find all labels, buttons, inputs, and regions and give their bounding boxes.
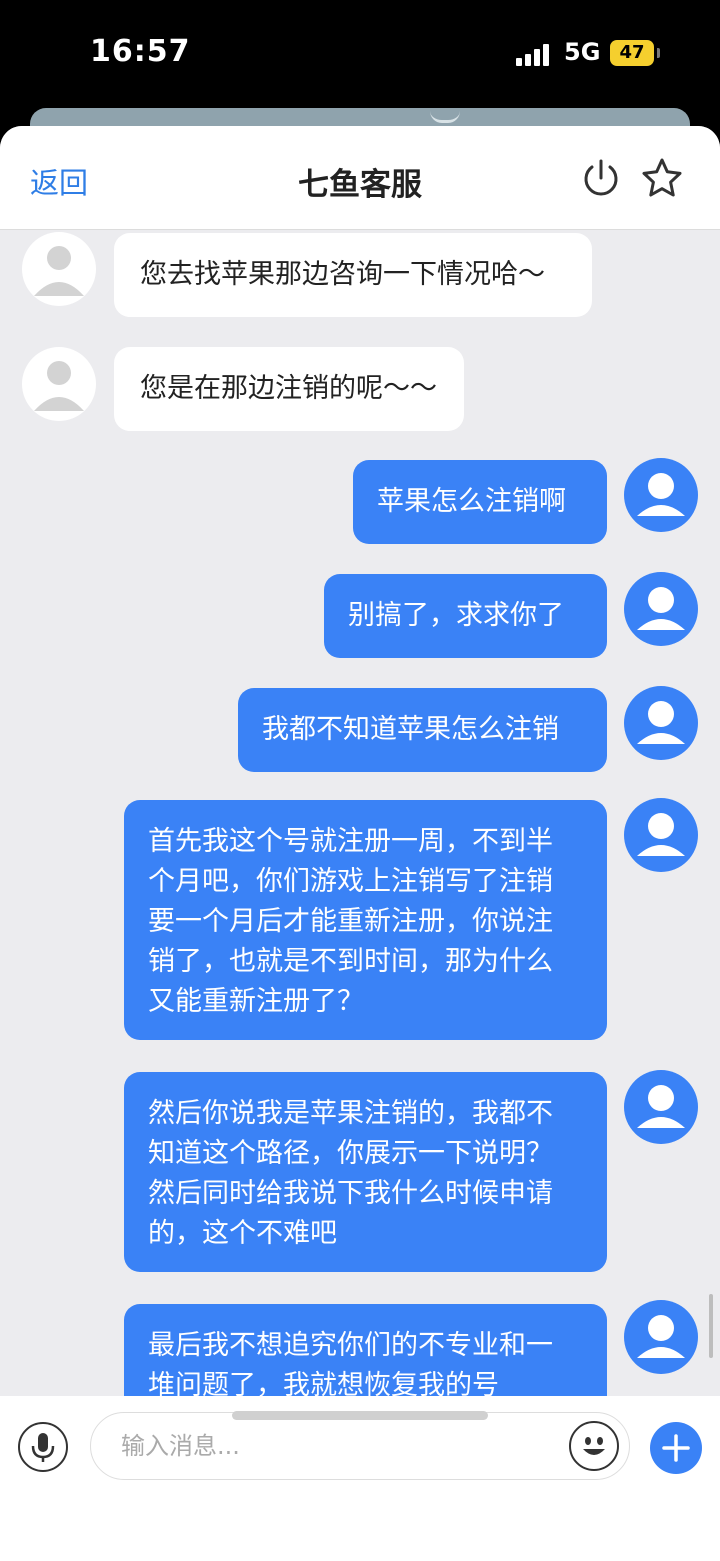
agent-avatar-icon bbox=[22, 232, 96, 306]
customer-service-sheet: 返回 七鱼客服 您去找苹果那边咨询一下情况哈～ 您是在那边注销的呢～～ 苹果怎么… bbox=[0, 126, 720, 1561]
status-bar: 16:57 5G 47 bbox=[0, 0, 720, 108]
input-bar bbox=[0, 1396, 720, 1561]
power-icon[interactable] bbox=[580, 158, 622, 200]
message-user: 首先我这个号就注册一周，不到半 个月吧，你们游戏上注销写了注销 要一个月后才能重… bbox=[0, 798, 720, 1044]
message-bubble: 别搞了，求求你了 bbox=[324, 574, 607, 658]
chat-header: 返回 七鱼客服 bbox=[0, 126, 720, 230]
message-user: 苹果怎么注销啊 bbox=[0, 456, 720, 546]
message-bubble: 苹果怎么注销啊 bbox=[353, 460, 607, 544]
agent-avatar-icon bbox=[22, 347, 96, 421]
message-bubble: 首先我这个号就注册一周，不到半 个月吧，你们游戏上注销写了注销 要一个月后才能重… bbox=[124, 800, 607, 1040]
message-bubble: 我都不知道苹果怎么注销 bbox=[238, 688, 607, 772]
user-avatar-icon bbox=[624, 458, 698, 532]
message-bubble: 您是在那边注销的呢～～ bbox=[114, 347, 464, 431]
message-bubble: 然后你说我是苹果注销的，我都不 知道这个路径，你展示一下说明？ 然后同时给我说下… bbox=[124, 1072, 607, 1272]
plus-icon[interactable] bbox=[650, 1422, 702, 1474]
message-user: 我都不知道苹果怎么注销 bbox=[0, 684, 720, 774]
message-list[interactable]: 您去找苹果那边咨询一下情况哈～ 您是在那边注销的呢～～ 苹果怎么注销啊 别搞了，… bbox=[0, 230, 720, 1396]
message-input-field bbox=[90, 1412, 630, 1480]
battery-tip bbox=[657, 48, 660, 58]
user-avatar-icon bbox=[624, 686, 698, 760]
network-type: 5G bbox=[564, 38, 601, 66]
message-bubble: 最后我不想追究你们的不专业和一 堆问题了，我就想恢复我的号 bbox=[124, 1304, 607, 1396]
message-input[interactable] bbox=[119, 1413, 563, 1479]
message-user: 别搞了，求求你了 bbox=[0, 570, 720, 660]
user-avatar-icon bbox=[624, 1300, 698, 1374]
message-agent: 您去找苹果那边咨询一下情况哈～ bbox=[0, 230, 720, 320]
home-indicator[interactable] bbox=[232, 1411, 488, 1420]
message-agent: 您是在那边注销的呢～～ bbox=[0, 344, 720, 434]
user-avatar-icon bbox=[624, 798, 698, 872]
emoji-icon[interactable] bbox=[569, 1421, 619, 1471]
battery-icon: 47 bbox=[610, 40, 654, 66]
status-time: 16:57 bbox=[90, 34, 191, 69]
user-avatar-icon bbox=[624, 572, 698, 646]
message-user: 最后我不想追究你们的不专业和一 堆问题了，我就想恢复我的号 bbox=[0, 1300, 720, 1396]
star-icon[interactable] bbox=[640, 156, 684, 200]
scrollbar[interactable] bbox=[709, 1294, 713, 1358]
message-user: 然后你说我是苹果注销的，我都不 知道这个路径，你展示一下说明？ 然后同时给我说下… bbox=[0, 1068, 720, 1274]
user-avatar-icon bbox=[624, 1070, 698, 1144]
signal-icon bbox=[516, 44, 554, 66]
message-bubble: 您去找苹果那边咨询一下情况哈～ bbox=[114, 233, 592, 317]
microphone-icon[interactable] bbox=[18, 1422, 68, 1472]
